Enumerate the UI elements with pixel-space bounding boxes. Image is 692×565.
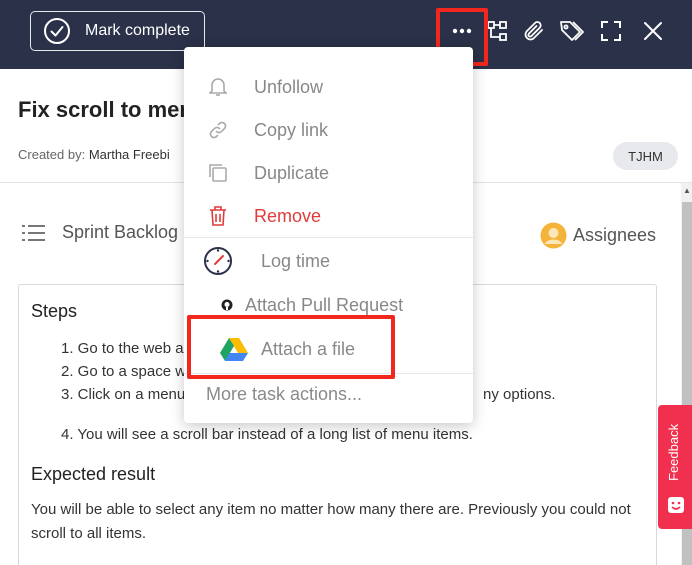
- duplicate-icon: [207, 162, 229, 184]
- menu-item-log-time[interactable]: Log time: [184, 241, 473, 281]
- feedback-label: Feedback: [666, 423, 681, 481]
- task-id-badge[interactable]: TJHM: [613, 142, 678, 170]
- menu-item-label: Attach Pull Request: [245, 294, 404, 315]
- created-by: Created by: Martha Freebi: [18, 147, 170, 162]
- attach-file-highlight: [187, 315, 395, 379]
- list-name: Sprint Backlog: [62, 222, 179, 242]
- menu-item-remove[interactable]: Remove: [184, 196, 473, 236]
- menu-item-label: Copy link: [254, 119, 329, 140]
- github-icon: [221, 299, 233, 311]
- avatar-icon: [540, 222, 567, 249]
- close-icon[interactable]: [640, 18, 666, 44]
- bell-icon: [209, 77, 227, 97]
- created-by-name[interactable]: Martha Freebi: [89, 147, 170, 162]
- task-title: Fix scroll to menu: [18, 97, 207, 122]
- expected-heading: Expected result: [31, 464, 156, 484]
- stopwatch-icon: [203, 246, 233, 276]
- menu-item-label: Unfollow: [254, 76, 324, 97]
- paperclip-icon[interactable]: [521, 18, 547, 44]
- steps-heading: Steps: [31, 301, 78, 321]
- feedback-tab[interactable]: Feedback: [658, 405, 692, 529]
- list-icon: [22, 224, 45, 241]
- expand-icon[interactable]: [598, 18, 624, 44]
- assignees-label: Assignees: [573, 225, 657, 245]
- expected-text: You will be able to select any item no m…: [31, 501, 631, 542]
- assignees-button[interactable]: Assignees: [540, 222, 656, 249]
- list-item-tail: ny options.: [483, 386, 556, 403]
- feedback-smiley-icon: [668, 497, 684, 513]
- link-icon: [208, 120, 228, 140]
- menu-item-label: Log time: [261, 250, 331, 271]
- check-circle-icon: [44, 18, 70, 44]
- menu-item-copy-link[interactable]: Copy link: [184, 110, 473, 150]
- scroll-up-arrow-icon[interactable]: ▲: [683, 186, 691, 195]
- trash-icon: [209, 206, 227, 226]
- menu-divider: [184, 237, 473, 238]
- list-item: 4. You will see a scroll bar instead of …: [61, 426, 473, 443]
- created-by-label: Created by:: [18, 147, 86, 162]
- tag-icon[interactable]: [559, 18, 585, 44]
- list-item-text: 3. Click on a menu: [61, 386, 186, 403]
- list-selector[interactable]: Sprint Backlog: [22, 222, 178, 243]
- menu-item-duplicate[interactable]: Duplicate: [184, 153, 473, 193]
- more-task-actions-link[interactable]: More task actions...: [206, 384, 362, 405]
- menu-item-unfollow[interactable]: Unfollow: [184, 67, 473, 107]
- menu-item-label: Duplicate: [254, 162, 330, 183]
- mark-complete-button[interactable]: Mark complete: [30, 11, 205, 51]
- mark-complete-label: Mark complete: [85, 22, 190, 39]
- menu-item-label: Remove: [254, 205, 322, 226]
